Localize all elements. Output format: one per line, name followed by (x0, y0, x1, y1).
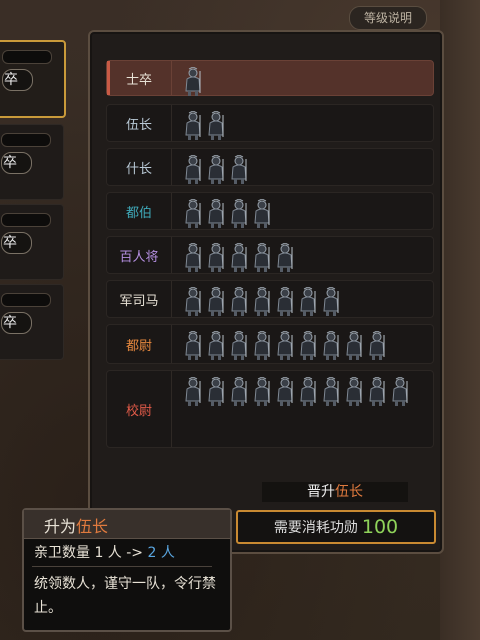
promote-target-rank: 伍长 (335, 484, 363, 500)
tooltip-title: 升为伍长 (44, 513, 108, 537)
guard-soldier-icon (344, 377, 364, 407)
guard-soldier-icon (367, 377, 387, 407)
guard-soldier-icon (229, 155, 249, 185)
guard-soldier-icon (206, 199, 226, 229)
guard-soldier-icon (183, 377, 203, 407)
guard-soldier-icon (321, 377, 341, 407)
soldier-name-bar (1, 293, 51, 307)
guard-soldier-icon (252, 287, 272, 317)
guard-icons (183, 331, 427, 361)
guard-soldier-icon (229, 331, 249, 361)
guard-soldier-icon (183, 243, 203, 273)
guard-soldier-icon (183, 111, 203, 141)
guard-soldier-icon (321, 287, 341, 317)
guard-soldier-icon (183, 155, 203, 185)
soldier-name-bar (1, 213, 51, 227)
tooltip-divider (32, 566, 212, 567)
cost-value: 100 (361, 516, 399, 538)
guard-icons (183, 377, 427, 407)
rank-name: 士卒 (107, 61, 172, 95)
guard-soldier-icon (252, 243, 272, 273)
guard-soldier-icon (183, 199, 203, 229)
guard-count-new: 2 人 (147, 545, 175, 561)
guard-soldier-icon (298, 331, 318, 361)
rank-name: 伍长 (107, 105, 172, 141)
guard-icons (183, 243, 427, 273)
guard-icons (183, 287, 427, 317)
rank-name: 都尉 (107, 325, 172, 363)
guard-soldier-icon (275, 243, 295, 273)
guard-soldier-icon (229, 377, 249, 407)
soldier-card[interactable]: 卒 (0, 40, 66, 118)
guard-soldier-icon (298, 287, 318, 317)
rank-row[interactable]: 都尉 (106, 324, 434, 364)
rank-row[interactable]: 伍长 (106, 104, 434, 142)
guard-soldier-icon (321, 331, 341, 361)
promote-button[interactable]: 需要消耗功勋 100 (236, 510, 436, 544)
guard-soldier-icon (229, 243, 249, 273)
guard-soldier-icon (275, 331, 295, 361)
guard-soldier-icon (252, 331, 272, 361)
rank-guide-link[interactable]: 等级说明 (349, 6, 427, 30)
background-stripe (440, 0, 480, 640)
cost-label: 需要消耗功勋 (273, 520, 358, 536)
guard-soldier-icon (344, 331, 364, 361)
soldier-rank-badge: 卒 (1, 232, 32, 254)
guard-soldier-icon (206, 377, 226, 407)
guard-soldier-icon (206, 155, 226, 185)
rank-row[interactable]: 都伯 (106, 192, 434, 230)
soldier-rank-badge: 卒 (2, 69, 33, 91)
guard-icons (183, 67, 427, 97)
rank-name: 百人将 (107, 237, 172, 273)
soldier-rank-badge: 卒 (1, 152, 32, 174)
guard-soldier-icon (183, 287, 203, 317)
guard-icons (183, 111, 427, 141)
guard-soldier-icon (206, 331, 226, 361)
guard-soldier-icon (183, 331, 203, 361)
guard-soldier-icon (183, 67, 203, 97)
tooltip-title-rank: 伍长 (76, 517, 109, 536)
rank-name: 什长 (107, 149, 172, 185)
promote-label: 晋升 (307, 484, 335, 500)
guard-soldier-icon (252, 377, 272, 407)
tooltip-description: 统领数人，谨守一队，令行禁止。 (34, 576, 216, 616)
guard-count-change: 亲卫数量 1 人 -> 2 人 (34, 542, 175, 562)
soldier-card[interactable]: 卒 (0, 124, 64, 200)
rank-row[interactable]: 什长 (106, 148, 434, 186)
tooltip-title-prefix: 升为 (44, 517, 77, 536)
rank-name: 校尉 (107, 371, 172, 447)
guard-soldier-icon (298, 377, 318, 407)
guard-soldier-icon (367, 331, 387, 361)
guard-soldier-icon (390, 377, 410, 407)
guard-soldier-icon (229, 199, 249, 229)
guard-count-label: 亲卫数量 1 人 -> (34, 545, 144, 561)
soldier-rank-badge: 卒 (1, 312, 32, 334)
tooltip-header: 升为伍长 (24, 510, 230, 539)
rank-row[interactable]: 军司马 (106, 280, 434, 318)
rank-row[interactable]: 校尉 (106, 370, 434, 448)
guard-soldier-icon (206, 111, 226, 141)
rank-name: 都伯 (107, 193, 172, 229)
guard-soldier-icon (275, 287, 295, 317)
guard-soldier-icon (275, 377, 295, 407)
promote-title: 晋升伍长 (262, 482, 408, 502)
soldier-name-bar (2, 50, 52, 64)
soldier-name-bar (1, 133, 51, 147)
soldier-card[interactable]: 卒 (0, 284, 64, 360)
guard-soldier-icon (206, 243, 226, 273)
promotion-tooltip: 升为伍长 亲卫数量 1 人 -> 2 人 统领数人，谨守一队，令行禁止。 (22, 508, 232, 632)
rank-name: 军司马 (107, 281, 172, 317)
rank-row[interactable]: 士卒 (106, 60, 434, 96)
guard-soldier-icon (206, 287, 226, 317)
guard-icons (183, 199, 427, 229)
guard-soldier-icon (252, 199, 272, 229)
rank-row[interactable]: 百人将 (106, 236, 434, 274)
soldier-card[interactable]: 卒 (0, 204, 64, 280)
guard-soldier-icon (229, 287, 249, 317)
guard-icons (183, 155, 427, 185)
